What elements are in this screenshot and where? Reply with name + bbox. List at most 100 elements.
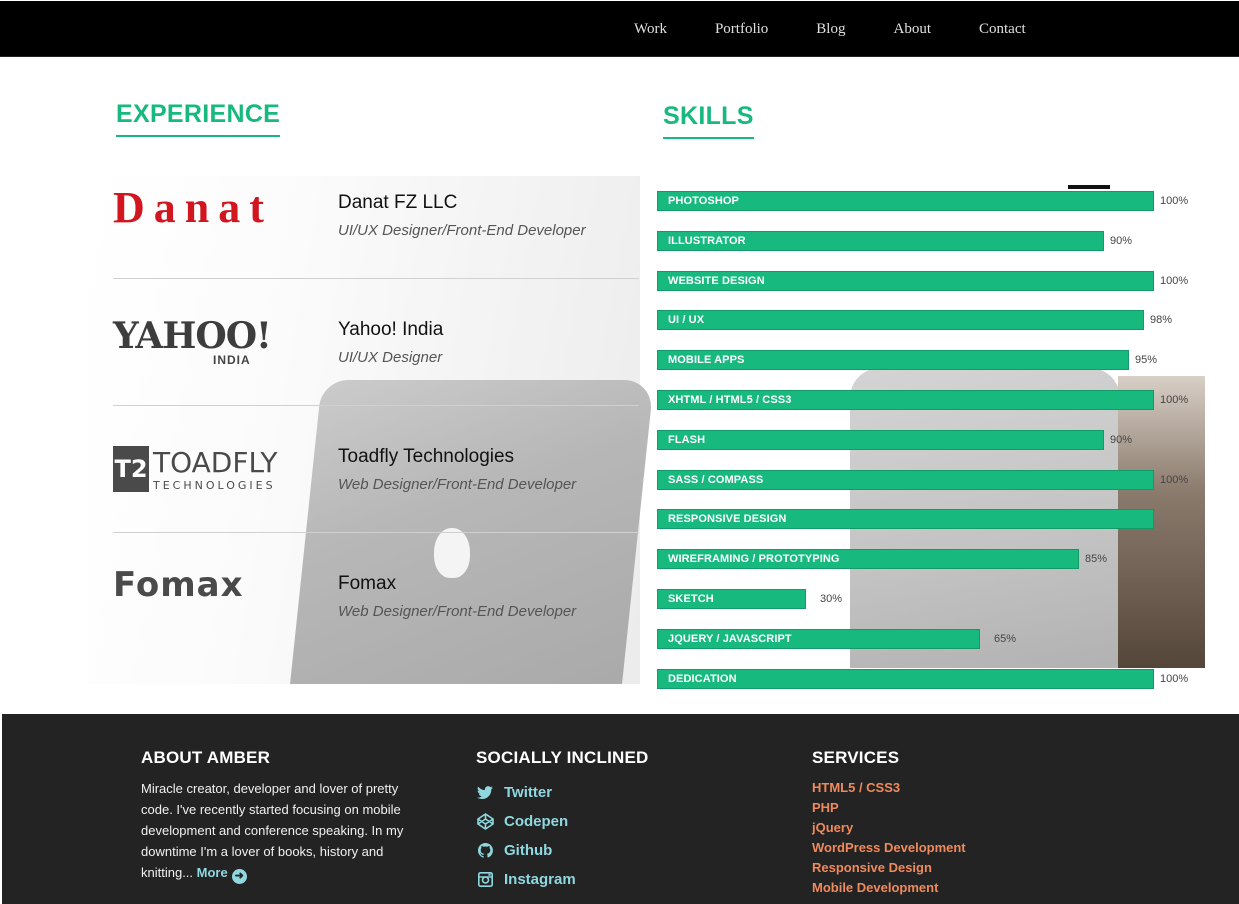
skill-label: SKETCH <box>668 593 714 605</box>
skill-row: ILLUSTRATOR 90% <box>657 230 1204 253</box>
nav-portfolio[interactable]: Portfolio <box>715 21 768 38</box>
github-icon[interactable] <box>476 842 494 860</box>
skill-bar: MOBILE APPS <box>657 350 1129 371</box>
social-link-instagram[interactable]: Instagram <box>476 865 648 894</box>
social-label-codepen[interactable]: Codepen <box>504 813 568 830</box>
service-php[interactable]: PHP <box>812 798 966 818</box>
footer-social-heading: SOCIALLY INCLINED <box>476 748 649 767</box>
skill-bar: FLASH <box>657 429 1104 450</box>
service-html5-css3[interactable]: HTML5 / CSS3 <box>812 778 966 798</box>
instagram-icon[interactable] <box>476 871 494 889</box>
experience-role: Web Designer/Front-End Developer <box>338 476 577 493</box>
skill-row: WEBSITE DESIGN 100% <box>657 270 1204 293</box>
yahoo-logo: YAHOO! INDIA <box>113 315 272 367</box>
skill-row: SKETCH 30% <box>657 589 1204 611</box>
social-label-instagram[interactable]: Instagram <box>504 871 576 888</box>
skill-row: XHTML / HTML5 / CSS3 100% <box>657 390 1204 412</box>
footer-about: ABOUT AMBER Miracle creator, developer a… <box>141 748 433 884</box>
more-link[interactable]: More ➜ <box>197 865 247 884</box>
service-wordpress[interactable]: WordPress Development <box>812 838 966 858</box>
footer-services: SERVICES HTML5 / CSS3 PHP jQuery WordPre… <box>812 748 966 898</box>
skill-label: RESPONSIVE DESIGN <box>668 513 787 526</box>
nav-links: Work Portfolio Blog About Contact <box>610 1 1050 57</box>
more-link-label[interactable]: More <box>197 865 228 880</box>
danat-logo: Danat <box>113 183 273 232</box>
skill-percent: 100% <box>1160 394 1189 406</box>
skill-bar: DEDICATION <box>657 668 1154 689</box>
service-mobile-development[interactable]: Mobile Development <box>812 878 966 898</box>
arrow-right-circle-icon[interactable]: ➜ <box>231 869 247 884</box>
skill-row: PHOTOSHOP 100% <box>657 191 1204 213</box>
skill-percent: 65% <box>994 632 1017 645</box>
skill-row: FLASH 90% <box>657 429 1204 452</box>
service-responsive-design[interactable]: Responsive Design <box>812 858 966 878</box>
social-label-twitter[interactable]: Twitter <box>504 784 552 801</box>
codepen-icon[interactable] <box>476 813 494 831</box>
skill-percent: 95% <box>1135 354 1158 367</box>
skill-bar: SASS / COMPASS <box>657 469 1154 490</box>
skill-label: MOBILE APPS <box>668 354 745 367</box>
nav-blog[interactable]: Blog <box>816 21 845 38</box>
skill-percent: 85% <box>1085 553 1108 566</box>
skill-label: ILLUSTRATOR <box>668 234 746 247</box>
skill-percent: 98% <box>1150 314 1173 327</box>
skill-row: SASS / COMPASS 100% <box>657 469 1204 492</box>
skill-bar: RESPONSIVE DESIGN <box>657 509 1154 530</box>
skill-bar: WIREFRAMING / PROTOTYPING <box>657 549 1079 570</box>
service-jquery[interactable]: jQuery <box>812 818 966 838</box>
skill-label: PHOTOSHOP <box>668 195 739 207</box>
toadfly-logo-sub: TECHNOLOGIES <box>153 479 276 492</box>
experience-item-yahoo: YAHOO! INDIA Yahoo! India UI/UX Designer <box>113 279 639 406</box>
skill-row: WIREFRAMING / PROTOTYPING 85% <box>657 549 1204 571</box>
footer: ABOUT AMBER Miracle creator, developer a… <box>2 714 1239 904</box>
skill-row: DEDICATION 100% <box>657 668 1204 691</box>
twitter-icon[interactable] <box>476 784 494 802</box>
skill-percent: 90% <box>1110 234 1133 247</box>
toadfly-logo-text: TOADFLY <box>153 446 278 479</box>
experience-item-toadfly: T2 TOADFLY TECHNOLOGIES Toadfly Technolo… <box>113 406 639 533</box>
skill-percent: 30% <box>820 593 843 605</box>
social-link-github[interactable]: Github <box>476 836 648 865</box>
experience-company: Fomax <box>338 573 397 594</box>
experience-item-fomax: Fomax Fomax Web Designer/Front-End Devel… <box>113 533 639 653</box>
toadfly-logo: T2 TOADFLY TECHNOLOGIES <box>113 446 277 492</box>
nav-work[interactable]: Work <box>634 21 667 38</box>
skill-label: XHTML / HTML5 / CSS3 <box>668 394 792 406</box>
skill-bar: WEBSITE DESIGN <box>657 270 1154 291</box>
social-link-twitter[interactable]: Twitter <box>476 778 648 807</box>
experience-company: Yahoo! India <box>338 319 444 340</box>
experience-title: EXPERIENCE <box>116 100 281 137</box>
footer-about-text: Miracle creator, developer and lover of … <box>141 778 433 884</box>
skill-percent: 90% <box>1110 433 1133 446</box>
nav-contact[interactable]: Contact <box>979 21 1026 38</box>
skill-label: WIREFRAMING / PROTOTYPING <box>668 553 840 566</box>
skill-row: RESPONSIVE DESIGN <box>657 509 1204 531</box>
footer-about-heading: ABOUT AMBER <box>141 748 271 767</box>
skill-percent: 100% <box>1160 274 1189 287</box>
main-content: EXPERIENCE SKILLS Danat Danat FZ LLC UI/… <box>0 58 1239 714</box>
top-navbar: Work Portfolio Blog About Contact <box>0 1 1239 57</box>
experience-company: Toadfly Technologies <box>338 446 515 467</box>
skills-title: SKILLS <box>663 102 754 139</box>
skill-label: UI / UX <box>668 314 705 327</box>
footer-social: SOCIALLY INCLINED Twitter Codepen Github… <box>476 748 648 894</box>
skills-decor-bar <box>1068 185 1110 189</box>
skill-row: JQUERY / JAVASCRIPT 65% <box>657 628 1204 651</box>
social-link-codepen[interactable]: Codepen <box>476 807 648 836</box>
skill-label: SASS / COMPASS <box>668 473 764 486</box>
skill-row: UI / UX 98% <box>657 310 1204 332</box>
yahoo-logo-text: YAHOO! <box>113 315 272 357</box>
experience-role: Web Designer/Front-End Developer <box>338 603 577 620</box>
skill-bar: PHOTOSHOP <box>657 191 1154 211</box>
footer-about-body: Miracle creator, developer and lover of … <box>141 781 404 880</box>
nav-about[interactable]: About <box>893 21 931 38</box>
experience-role: UI/UX Designer <box>338 349 443 366</box>
skill-bar: XHTML / HTML5 / CSS3 <box>657 390 1154 410</box>
skill-bar: ILLUSTRATOR <box>657 230 1104 251</box>
social-label-github[interactable]: Github <box>504 842 552 859</box>
skill-label: WEBSITE DESIGN <box>668 274 765 287</box>
skill-bar: JQUERY / JAVASCRIPT <box>657 628 980 649</box>
skill-label: JQUERY / JAVASCRIPT <box>668 632 792 645</box>
fomax-logo: Fomax <box>113 565 244 605</box>
experience-role: UI/UX Designer/Front-End Developer <box>338 222 586 239</box>
